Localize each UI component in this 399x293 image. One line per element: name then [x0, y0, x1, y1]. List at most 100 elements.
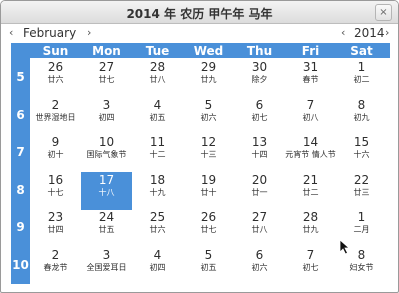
day-cell[interactable]: 13 十四: [234, 134, 285, 172]
lunar-date-label: 国际气象节: [86, 150, 127, 160]
day-number: 6: [255, 248, 264, 262]
day-cell[interactable]: 20 廿一: [234, 172, 285, 210]
day-number: 21: [302, 172, 319, 187]
day-number: 27: [251, 210, 268, 225]
weekday-header-cell: Wed: [193, 44, 224, 58]
day-cell[interactable]: 23 廿四: [30, 209, 81, 247]
day-cell[interactable]: 26 廿六: [30, 59, 81, 97]
calendar-grid: Sun Mon Tue Wed Thu Fri Sat 5 26 廿六 27 廿七 28 廿八 29 廿九 3…: [11, 43, 390, 284]
weekday-header-cell: Thu: [246, 44, 273, 58]
day-cell[interactable]: 24 廿五: [81, 209, 132, 247]
day-number: 3: [102, 248, 111, 262]
day-cell[interactable]: 11 十二: [132, 134, 183, 172]
lunar-date-label: 廿三: [353, 187, 370, 197]
close-button[interactable]: ×: [375, 4, 392, 21]
day-cell[interactable]: 6 初七: [234, 97, 285, 135]
next-year-arrow-icon[interactable]: ›: [385, 26, 389, 39]
day-cell[interactable]: 30 除夕: [234, 59, 285, 97]
lunar-date-label: 廿四: [47, 225, 64, 235]
day-cell[interactable]: 4 初四: [132, 247, 183, 285]
lunar-date-label: 元宵节 情人节: [285, 150, 336, 160]
weekday-header-cell: Tue: [145, 44, 170, 58]
day-number: 2: [51, 248, 60, 262]
day-cell[interactable]: 22 廿三: [336, 172, 387, 210]
lunar-date-label: 初七: [251, 112, 268, 122]
day-number: 30: [251, 60, 268, 74]
day-cell-selected[interactable]: 17 十八: [81, 171, 132, 210]
day-cell[interactable]: 18 十九: [132, 172, 183, 210]
weekday-header-cell: Fri: [301, 44, 320, 58]
day-cell[interactable]: 15 十六: [336, 134, 387, 172]
day-cell[interactable]: 2 世界湿地日: [30, 97, 81, 135]
day-cell[interactable]: 3 全国爱耳日: [81, 247, 132, 285]
day-number: 31: [302, 60, 319, 74]
prev-year-arrow-icon[interactable]: ‹: [341, 26, 345, 39]
lunar-date-label: 初四: [149, 263, 166, 272]
lunar-date-label: 世界湿地日: [35, 112, 76, 122]
day-cell[interactable]: 14 元宵节 情人节: [285, 134, 336, 172]
weekday-header: Sun Mon Tue Wed Thu Fri Sat: [30, 43, 390, 58]
day-cell[interactable]: 19 廿十: [183, 172, 234, 210]
day-number: 23: [47, 210, 64, 225]
lunar-date-label: 初二: [353, 75, 370, 84]
day-cell[interactable]: 8 初九: [336, 97, 387, 135]
day-cell[interactable]: 5 初六: [183, 97, 234, 135]
day-cell[interactable]: 28 廿八: [132, 59, 183, 97]
day-cell[interactable]: 2 春龙节: [30, 247, 81, 285]
week-number: 6: [16, 107, 25, 122]
week-number: 8: [16, 182, 25, 197]
day-number: 27: [98, 60, 115, 74]
day-number: 4: [153, 97, 162, 112]
day-number: 29: [200, 60, 217, 74]
day-number: 26: [200, 210, 217, 225]
day-cell[interactable]: 26 廿七: [183, 209, 234, 247]
week-number: 10: [12, 258, 29, 272]
lunar-date-label: 廿五: [98, 225, 115, 235]
lunar-date-label: 廿六: [47, 75, 64, 84]
day-cell[interactable]: 28 廿九: [285, 209, 336, 247]
day-cell[interactable]: 6 初六: [234, 247, 285, 285]
month-label[interactable]: February: [23, 26, 76, 40]
lunar-date-label: 廿十: [200, 187, 217, 197]
day-cell[interactable]: 4 初五: [132, 97, 183, 135]
lunar-date-label: 初五: [200, 263, 217, 272]
day-number: 3: [102, 97, 111, 112]
day-cell[interactable]: 9 初十: [30, 134, 81, 172]
day-cell[interactable]: 21 廿二: [285, 172, 336, 210]
day-number: 12: [200, 135, 217, 150]
day-number: 4: [153, 248, 162, 262]
day-number: 1: [357, 60, 366, 74]
day-cell[interactable]: 16 十七: [30, 172, 81, 210]
lunar-date-label: 十八: [98, 187, 115, 197]
lunar-date-label: 初六: [200, 112, 217, 122]
day-cell[interactable]: 7 初七: [285, 247, 336, 285]
year-label[interactable]: 2014: [354, 26, 385, 40]
day-number: 1: [357, 210, 366, 225]
week-number: 9: [16, 220, 25, 235]
day-cell[interactable]: 12 十三: [183, 134, 234, 172]
day-cell[interactable]: 27 廿七: [81, 59, 132, 97]
lunar-date-label: 初九: [353, 112, 370, 122]
day-cell[interactable]: 31 春节: [285, 59, 336, 97]
day-cell[interactable]: 7 初八: [285, 97, 336, 135]
day-cell[interactable]: 3 初四: [81, 97, 132, 135]
prev-month-arrow-icon[interactable]: ‹: [9, 26, 13, 39]
day-number: 24: [98, 210, 115, 225]
next-month-arrow-icon[interactable]: ›: [87, 26, 91, 39]
day-number: 7: [306, 248, 315, 262]
lunar-date-label: 初十: [47, 150, 64, 160]
day-cell[interactable]: 29 廿九: [183, 59, 234, 97]
lunar-date-label: 除夕: [251, 75, 268, 84]
day-cell[interactable]: 1 初二: [336, 59, 387, 97]
day-number: 25: [149, 210, 166, 225]
day-cell[interactable]: 5 初五: [183, 247, 234, 285]
lunar-date-label: 廿一: [251, 187, 268, 197]
lunar-date-label: 初八: [302, 112, 319, 122]
day-cell[interactable]: 27 廿八: [234, 209, 285, 247]
day-cell[interactable]: 25 廿六: [132, 209, 183, 247]
day-cell[interactable]: 10 国际气象节: [81, 134, 132, 172]
lunar-date-label: 廿六: [149, 225, 166, 235]
lunar-date-label: 妇女节: [349, 263, 374, 272]
day-number: 9: [51, 135, 60, 150]
lunar-date-label: 十二: [149, 150, 166, 160]
